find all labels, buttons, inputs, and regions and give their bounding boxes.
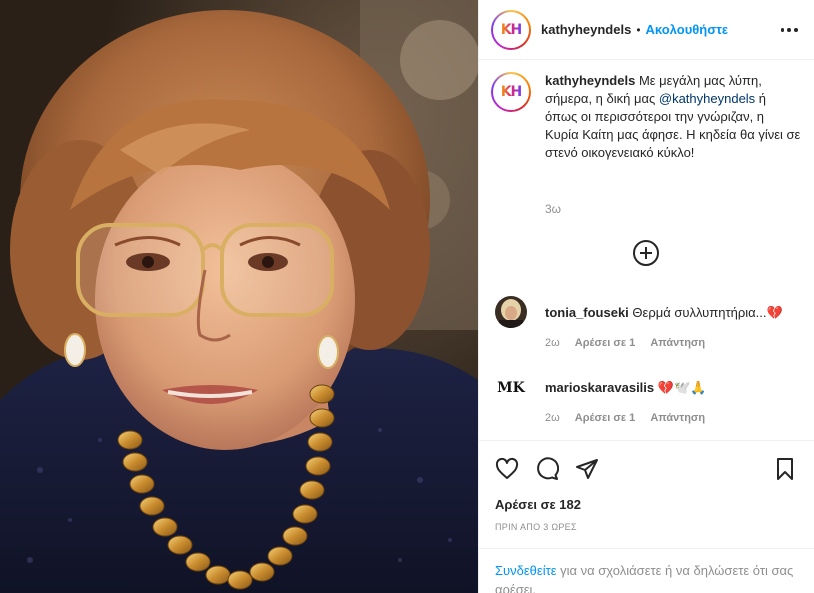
post-caption: KH kathyheyndels Με μεγάλη μας λύπη, σήμ…	[491, 72, 801, 162]
avatar-logo-mk: MK	[495, 371, 527, 403]
share-icon[interactable]	[575, 457, 599, 481]
comment-username[interactable]: marioskaravasilis	[545, 380, 654, 395]
comment-time[interactable]: 2ω	[545, 337, 560, 349]
caption-avatar[interactable]: KH	[491, 72, 531, 112]
post-photo[interactable]	[0, 0, 478, 593]
dot-2	[787, 28, 791, 32]
login-link[interactable]: Συνδεθείτε	[495, 563, 557, 578]
commenter-avatar[interactable]	[495, 296, 527, 328]
comment-time[interactable]: 2ω	[545, 412, 560, 424]
avatar-inner: KH	[493, 74, 529, 110]
avatar-inner: KH	[493, 11, 529, 48]
caption-text: kathyheyndels Με μεγάλη μας λύπη, σήμερα…	[545, 72, 801, 162]
caption-mention[interactable]: @kathyheyndels	[659, 91, 755, 106]
comment-line: tonia_fouseki Θερμά συλλυπητήρια...💔	[545, 305, 783, 321]
reply-button[interactable]: Απάντηση	[650, 337, 705, 349]
caption-username[interactable]: kathyheyndels	[545, 73, 635, 88]
portrait-image	[0, 0, 478, 593]
separator-dot: •	[636, 22, 641, 37]
action-icons	[495, 457, 615, 481]
more-options-icon[interactable]	[779, 20, 799, 40]
comment-likes[interactable]: Αρέσει σε 1	[575, 412, 636, 424]
post-details-panel: KH kathyheyndels • Ακολουθήστε KH kathyh…	[478, 0, 814, 593]
follow-button[interactable]: Ακολουθήστε	[646, 22, 729, 37]
comment-emoji: 💔🕊️🙏	[657, 380, 707, 395]
comment-text: Θερμά συλλυπητήρια...	[632, 305, 767, 320]
reply-button[interactable]: Απάντηση	[650, 412, 705, 424]
likes-count[interactable]: Αρέσει σε 182	[495, 497, 581, 512]
posted-time[interactable]: ΠΡΙΝ ΑΠΟ 3 ΩΡΕΣ	[495, 522, 577, 532]
avatar-logo: KH	[500, 21, 523, 38]
comment-line: marioskaravasilis 💔🕊️🙏	[545, 380, 706, 396]
caption-time[interactable]: 3ω	[545, 202, 561, 216]
post-header: KH kathyheyndels • Ακολουθήστε	[479, 0, 814, 60]
avatar-photo	[495, 296, 527, 328]
author-username[interactable]: kathyheyndels	[541, 22, 631, 37]
like-heart-icon[interactable]	[495, 457, 519, 481]
dot-1	[780, 28, 785, 32]
bookmark-icon[interactable]	[773, 457, 797, 481]
commenter-avatar[interactable]: MK	[495, 371, 527, 403]
avatar-logo: KH	[500, 84, 523, 100]
comment-username[interactable]: tonia_fouseki	[545, 305, 629, 320]
load-more-comments-button[interactable]	[633, 240, 659, 266]
comment-meta: 2ω Αρέσει σε 1 Απάντηση	[545, 412, 705, 424]
comment-emoji: 💔	[766, 305, 783, 320]
comment-likes[interactable]: Αρέσει σε 1	[575, 337, 636, 349]
comment-icon[interactable]	[535, 457, 559, 481]
avatar-logo-text: MK	[497, 380, 525, 396]
dot-3	[793, 28, 798, 32]
author-avatar[interactable]: KH	[491, 9, 531, 50]
login-prompt: Συνδεθείτε για να σχολιάσετε ή να δηλώσε…	[479, 548, 814, 593]
post-actions: Αρέσει σε 182 ΠΡΙΝ ΑΠΟ 3 ΩΡΕΣ Συνδεθείτε…	[479, 440, 814, 593]
comment-meta: 2ω Αρέσει σε 1 Απάντηση	[545, 337, 705, 349]
instagram-post: KH kathyheyndels • Ακολουθήστε KH kathyh…	[0, 0, 814, 593]
